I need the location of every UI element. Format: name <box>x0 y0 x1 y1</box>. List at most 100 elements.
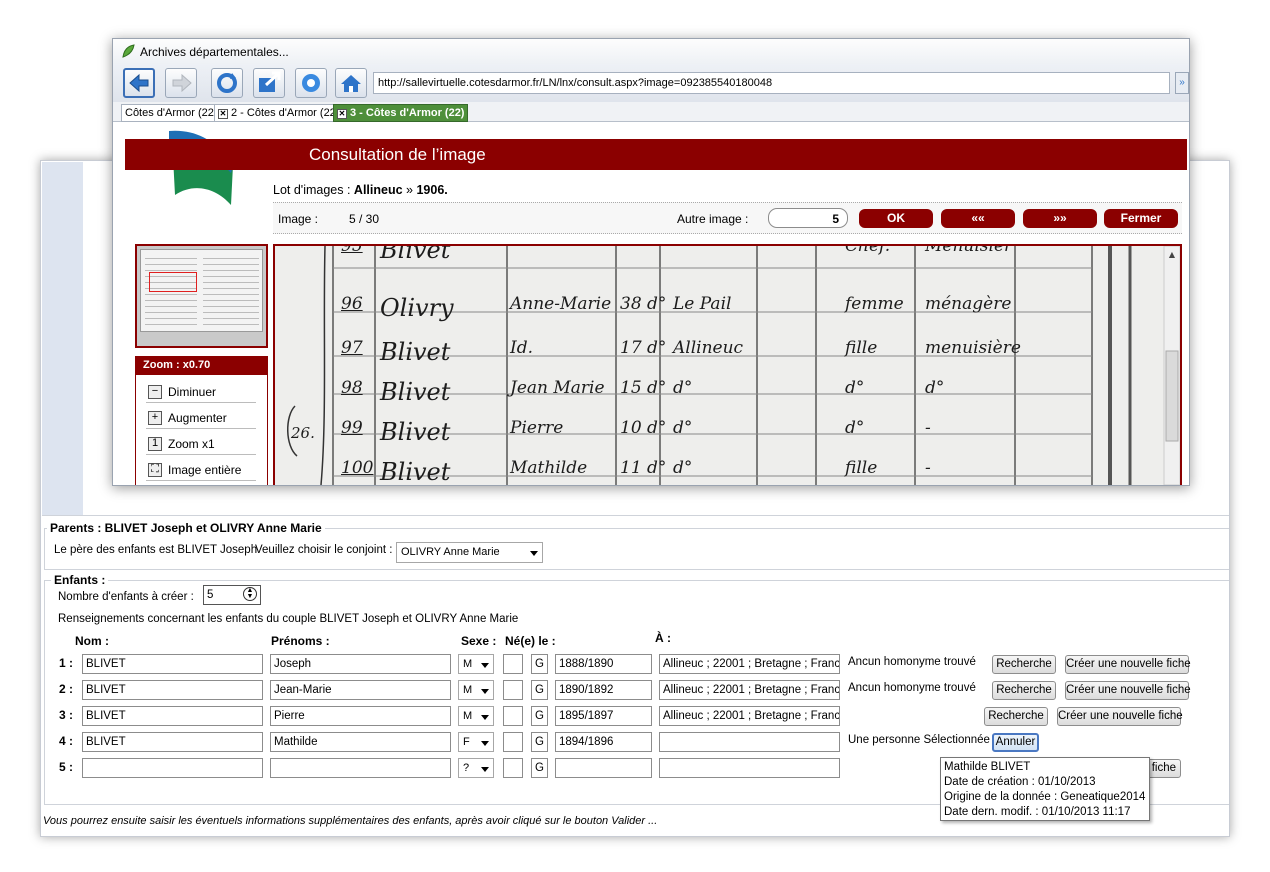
birth-place-input[interactable] <box>659 732 840 752</box>
search-button[interactable]: Recherche <box>992 655 1056 674</box>
tab-label: Côtes d'Armor (22) <box>125 107 218 119</box>
nom-input[interactable]: BLIVET <box>82 680 263 700</box>
viewport-rectangle[interactable] <box>149 272 197 292</box>
spouse-value: OLIVRY Anne Marie <box>401 546 500 558</box>
birth-date-input[interactable] <box>555 758 652 778</box>
nom-input[interactable]: BLIVET <box>82 706 263 726</box>
refresh-button[interactable] <box>211 68 243 98</box>
date-qualifier-input[interactable] <box>503 732 523 752</box>
forward-button[interactable] <box>165 68 197 98</box>
prenom-input[interactable]: Pierre <box>270 706 451 726</box>
calendar-type-input[interactable]: G <box>531 680 548 700</box>
close-icon[interactable]: ✕ <box>218 109 228 119</box>
register-cell-lieu: Le Pail <box>673 294 732 314</box>
register-cell-num: 98 <box>341 378 363 398</box>
sexe-value: ? <box>463 762 470 774</box>
stepper-arrows-icon[interactable]: ▲ ▼ <box>243 587 257 601</box>
ie-button[interactable] <box>295 68 327 98</box>
tooltip-origin: Origine de la donnée : Geneatique2014 <box>944 791 1146 803</box>
tab-1[interactable]: Côtes d'Armor (22) <box>121 104 222 122</box>
register-cell-nom: Blivet <box>380 418 451 446</box>
lot-prefix: Lot d'images : <box>273 183 351 197</box>
page-title: Consultation de l’image <box>309 145 486 164</box>
calendar-type-input[interactable]: G <box>531 654 548 674</box>
register-cell-metier: - <box>925 458 931 478</box>
thumbnail-navigator[interactable] <box>135 244 268 348</box>
close-icon[interactable]: ✕ <box>337 109 347 119</box>
create-record-button[interactable]: Créer une nouvelle fiche <box>1057 707 1183 726</box>
nom-input[interactable]: BLIVET <box>82 732 263 752</box>
birth-place-input[interactable]: Allineuc ; 22001 ; Bretagne ; France <box>659 706 840 726</box>
sexe-select[interactable]: M <box>458 706 494 726</box>
search-button[interactable]: Recherche <box>984 707 1048 726</box>
search-button[interactable]: Recherche <box>992 681 1056 700</box>
birth-place-input[interactable] <box>659 758 840 778</box>
birth-date-input[interactable]: 1890/1892 <box>555 680 652 700</box>
register-cell-nom: Olivry <box>380 294 454 322</box>
info-text: Renseignements concernant les enfants du… <box>58 613 519 625</box>
cancel-button[interactable]: Annuler <box>992 733 1039 752</box>
full-image-button[interactable]: ⛶ Image entière <box>146 457 256 481</box>
nom-input[interactable]: BLIVET <box>82 654 263 674</box>
close-button[interactable]: Fermer <box>1104 209 1178 228</box>
create-record-button[interactable]: Créer une nouvelle fiche <box>1065 681 1191 700</box>
register-cell-age: 10 d° <box>620 418 667 438</box>
calendar-type-input[interactable]: G <box>531 732 548 752</box>
zoom-in-button[interactable]: + Augmenter <box>146 405 256 429</box>
prenom-input[interactable]: Joseph <box>270 654 451 674</box>
next-button[interactable]: »» <box>1023 209 1097 228</box>
enfants-legend: Enfants : <box>51 573 109 587</box>
image-counter: 5 / 30 <box>349 212 380 226</box>
url-bar[interactable]: http://sallevirtuelle.cotesdarmor.fr/LN/… <box>373 72 1170 94</box>
back-button[interactable] <box>123 68 155 98</box>
chevron-down-icon <box>481 741 489 746</box>
spouse-select[interactable]: OLIVRY Anne Marie <box>396 542 543 563</box>
nom-input[interactable] <box>82 758 263 778</box>
calendar-type-input[interactable]: G <box>531 706 548 726</box>
prenom-input[interactable]: Jean-Marie <box>270 680 451 700</box>
row-number: 3 : <box>59 708 74 722</box>
register-cell-lieu: d° <box>673 378 693 398</box>
birth-date-input[interactable]: 1894/1896 <box>555 732 652 752</box>
zoom-in-icon: + <box>148 411 162 425</box>
previous-button[interactable]: «« <box>941 209 1015 228</box>
prenom-input[interactable] <box>270 758 451 778</box>
tab-label: 3 - Côtes d'Armor (22) <box>350 107 465 119</box>
birth-date-input[interactable]: 1888/1890 <box>555 654 652 674</box>
sexe-select[interactable]: F <box>458 732 494 752</box>
open-external-button[interactable] <box>253 68 285 98</box>
calendar-type-input[interactable]: G <box>531 758 548 778</box>
date-qualifier-input[interactable] <box>503 680 523 700</box>
header-bar: Consultation de l’image <box>125 139 1187 170</box>
create-record-button[interactable]: Créer une nouvelle fiche <box>1065 655 1191 674</box>
row-number: 5 : <box>59 760 74 774</box>
external-link-icon <box>259 71 281 92</box>
thumbnail-image <box>140 249 263 332</box>
register-image-viewer[interactable]: ▲ 95 Blivet Chef. Menuisier 96 Olivry Anne-Mar… <box>273 244 1182 485</box>
image-number-input[interactable]: 5 <box>768 208 848 228</box>
sexe-select[interactable]: M <box>458 680 494 700</box>
home-button[interactable] <box>335 68 367 98</box>
prenom-input[interactable]: Mathilde <box>270 732 451 752</box>
birth-date-input[interactable]: 1895/1897 <box>555 706 652 726</box>
sexe-select[interactable]: ? <box>458 758 494 778</box>
zoom-out-button[interactable]: − Diminuer <box>146 379 256 403</box>
zoom-reset-button[interactable]: 1 Zoom x1 <box>146 431 256 455</box>
date-qualifier-input[interactable] <box>503 654 523 674</box>
date-qualifier-input[interactable] <box>503 706 523 726</box>
date-qualifier-input[interactable] <box>503 758 523 778</box>
birth-place-input[interactable]: Allineuc ; 22001 ; Bretagne ; France <box>659 654 840 674</box>
more-icon[interactable]: » <box>1175 72 1189 94</box>
sexe-select[interactable]: M <box>458 654 494 674</box>
register-cell-lieu: d° <box>673 418 693 438</box>
parents-legend: Parents : BLIVET Joseph et OLIVRY Anne M… <box>47 521 325 535</box>
tab-2[interactable]: ✕ 2 - Côtes d'Armor (22) <box>214 104 344 122</box>
ok-button[interactable]: OK <box>859 209 933 228</box>
register-cell-age: 15 d° <box>620 378 667 398</box>
birth-place-input[interactable]: Allineuc ; 22001 ; Bretagne ; France <box>659 680 840 700</box>
leaf-icon <box>122 44 135 58</box>
tooltip-created: Date de création : 01/10/2013 <box>944 776 1096 788</box>
register-cell-lien: fille <box>845 338 878 358</box>
tab-3[interactable]: ✕ 3 - Côtes d'Armor (22) <box>333 104 469 122</box>
header-prenoms: Prénoms : <box>271 634 330 648</box>
